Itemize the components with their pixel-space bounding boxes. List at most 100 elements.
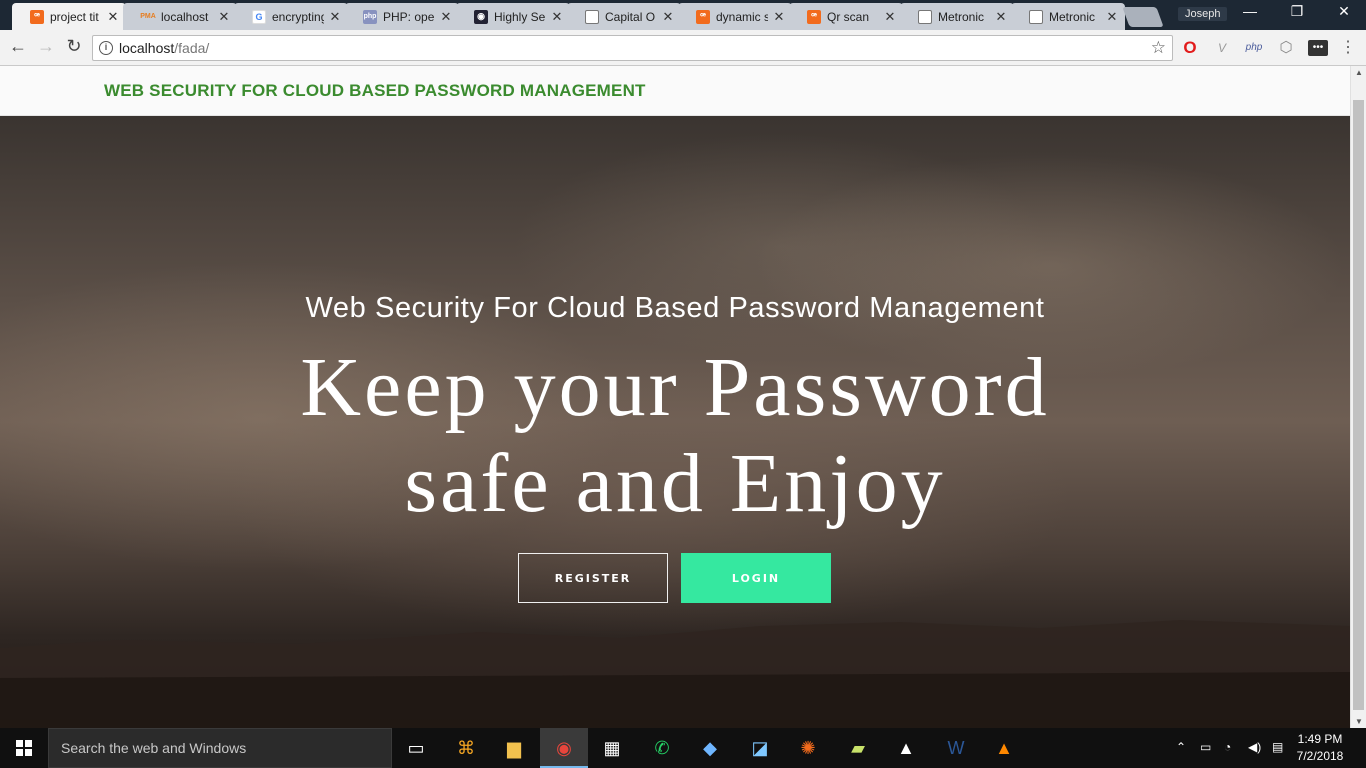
windows-taskbar: Search the web and Windows ▭ ⌘ ▆ ◉ ▦ ✆ ◆… bbox=[0, 728, 1366, 768]
restore-icon[interactable]: ❐ bbox=[1282, 3, 1312, 20]
start-button[interactable] bbox=[0, 728, 48, 768]
google-icon: G bbox=[252, 9, 266, 24]
hero-subtitle: Web Security For Cloud Based Password Ma… bbox=[305, 292, 1045, 324]
tab-capital[interactable]: Capital O ✕ bbox=[567, 3, 681, 30]
login-button[interactable]: LOGIN bbox=[681, 553, 831, 603]
battery-icon[interactable]: ▭ bbox=[1200, 740, 1211, 754]
tab-label: Qr scan bbox=[827, 9, 870, 24]
hero-section: Web Security For Cloud Based Password Ma… bbox=[0, 116, 1350, 728]
close-icon[interactable]: ✕ bbox=[883, 9, 897, 25]
vertical-scrollbar[interactable]: ▲ ▼ bbox=[1350, 66, 1366, 728]
xampp-control-icon[interactable]: ✺ bbox=[794, 734, 822, 762]
site-header: WEB SECURITY FOR CLOUD BASED PASSWORD MA… bbox=[0, 66, 1350, 116]
menu-icon[interactable]: ⋮ bbox=[1338, 38, 1358, 58]
photos-icon[interactable]: ▲ bbox=[892, 734, 920, 762]
hero-title-line-1: Keep your Password bbox=[300, 341, 1050, 434]
web-page: WEB SECURITY FOR CLOUD BASED PASSWORD MA… bbox=[0, 66, 1350, 728]
bookmark-star-icon[interactable]: ☆ bbox=[1151, 38, 1166, 58]
scroll-down-arrow-icon[interactable]: ▼ bbox=[1351, 717, 1366, 726]
forward-arrow-icon[interactable]: → bbox=[34, 36, 58, 57]
mountain-silhouette bbox=[0, 620, 1350, 728]
tab-label: dynamic s bbox=[716, 9, 768, 24]
site-brand[interactable]: WEB SECURITY FOR CLOUD BASED PASSWORD MA… bbox=[104, 81, 646, 101]
close-icon[interactable]: ✕ bbox=[1105, 9, 1119, 25]
wifi-icon[interactable]: ◔ bbox=[1224, 740, 1231, 754]
hero-title: Keep your Password safe and Enjoy bbox=[0, 340, 1350, 532]
reload-icon[interactable]: ↻ bbox=[62, 36, 86, 57]
vlc-icon[interactable]: ▲ bbox=[990, 734, 1018, 762]
close-icon[interactable]: ✕ bbox=[550, 9, 564, 25]
tab-dynamic[interactable]: ꟹ dynamic s ✕ bbox=[678, 3, 792, 30]
v-extension-icon[interactable]: V bbox=[1212, 38, 1232, 58]
tab-encrypting[interactable]: G encrypting ✕ bbox=[234, 3, 348, 30]
store-icon[interactable]: ▦ bbox=[598, 734, 626, 762]
hero-title-line-2: safe and Enjoy bbox=[404, 437, 946, 530]
task-view-icon[interactable]: ▭ bbox=[402, 734, 430, 762]
php-icon: php bbox=[363, 9, 377, 24]
tab-label: Metronic bbox=[1049, 9, 1096, 24]
shield-extension-icon[interactable]: ⬡ bbox=[1276, 38, 1296, 58]
scrollbar-thumb[interactable] bbox=[1353, 100, 1364, 710]
chevron-up-icon[interactable]: ⌃ bbox=[1176, 740, 1186, 754]
taskbar-search-box[interactable]: Search the web and Windows bbox=[48, 728, 392, 768]
tab-metronic-1[interactable]: Metronic ✕ bbox=[900, 3, 1014, 30]
whatsapp-icon[interactable]: ✆ bbox=[648, 734, 676, 762]
php-extension-icon[interactable]: php bbox=[1244, 38, 1264, 58]
tab-localhost[interactable]: PMA localhost ✕ bbox=[123, 3, 237, 30]
close-icon[interactable]: ✕ bbox=[994, 9, 1008, 25]
windows-logo-icon bbox=[16, 740, 32, 756]
tab-qr-scan[interactable]: ꟹ Qr scan ✕ bbox=[789, 3, 903, 30]
virtualbox-icon[interactable]: ◆ bbox=[696, 734, 724, 762]
address-bar[interactable]: i localhost/fada/ ☆ bbox=[92, 35, 1173, 61]
browser-toolbar: ← → ↻ i localhost/fada/ ☆ O V php ⬡ ••• … bbox=[0, 30, 1366, 66]
browser-tab-strip: ꟹ project tit ✕ PMA localhost ✕ G encryp… bbox=[0, 0, 1366, 30]
scroll-up-arrow-icon[interactable]: ▲ bbox=[1351, 68, 1366, 77]
document-icon bbox=[585, 9, 599, 24]
notes-app-icon[interactable]: ◪ bbox=[746, 734, 774, 762]
back-arrow-icon[interactable]: ← bbox=[6, 36, 30, 57]
tab-label: encrypting bbox=[272, 9, 324, 24]
close-icon[interactable]: ✕ bbox=[661, 9, 675, 25]
close-icon[interactable]: ✕ bbox=[772, 9, 786, 25]
opera-extension-icon[interactable]: O bbox=[1180, 38, 1200, 58]
xampp-icon: ꟹ bbox=[30, 9, 44, 24]
tab-php[interactable]: php PHP: oper ✕ bbox=[345, 3, 459, 30]
register-button[interactable]: REGISTER bbox=[518, 553, 668, 603]
tab-label: PHP: oper bbox=[383, 9, 435, 24]
url-host: localhost bbox=[119, 40, 175, 56]
notification-icon[interactable]: ▤ bbox=[1272, 740, 1283, 754]
info-icon[interactable]: i bbox=[99, 41, 113, 55]
chrome-icon[interactable]: ◉ bbox=[550, 734, 578, 762]
dev-extension-icon[interactable]: ••• bbox=[1308, 40, 1328, 56]
close-icon[interactable]: ✕ bbox=[217, 9, 231, 25]
tab-label: Metronic bbox=[938, 9, 985, 24]
word-icon[interactable]: W bbox=[942, 734, 970, 762]
tab-metronic-2[interactable]: Metronic ✕ bbox=[1011, 3, 1125, 30]
site-icon: ◉ bbox=[474, 9, 488, 24]
volume-icon[interactable]: ◀) bbox=[1248, 740, 1261, 754]
phpmyadmin-icon: PMA bbox=[140, 13, 156, 20]
xampp-app-icon[interactable]: ⌘ bbox=[452, 734, 480, 762]
tab-label: Capital O bbox=[605, 9, 656, 24]
clock-date: 7/2/2018 bbox=[1296, 749, 1344, 763]
xampp-icon: ꟹ bbox=[807, 9, 821, 24]
xampp-icon: ꟹ bbox=[696, 9, 710, 24]
tab-project-title[interactable]: ꟹ project tit ✕ bbox=[12, 3, 126, 30]
tab-highly-secure[interactable]: ◉ Highly Se ✕ bbox=[456, 3, 570, 30]
profile-button[interactable]: Joseph bbox=[1178, 7, 1228, 21]
tab-label: project tit bbox=[50, 9, 99, 24]
close-icon[interactable]: ✕ bbox=[439, 9, 453, 25]
tab-label: Highly Se bbox=[494, 9, 546, 24]
folder-app-icon[interactable]: ▰ bbox=[844, 734, 872, 762]
url-path: /fada/ bbox=[174, 40, 210, 56]
new-tab-button[interactable] bbox=[1122, 7, 1164, 27]
document-icon bbox=[1029, 9, 1043, 24]
close-icon[interactable]: ✕ bbox=[106, 9, 120, 25]
minimize-icon[interactable]: — bbox=[1235, 3, 1265, 19]
document-icon bbox=[918, 9, 932, 24]
close-window-icon[interactable]: ✕ bbox=[1329, 3, 1359, 20]
close-icon[interactable]: ✕ bbox=[328, 9, 342, 25]
tab-label: localhost bbox=[161, 9, 209, 24]
file-explorer-icon[interactable]: ▆ bbox=[500, 734, 528, 762]
taskbar-clock[interactable]: 1:49 PM 7/2/2018 bbox=[1296, 731, 1344, 765]
